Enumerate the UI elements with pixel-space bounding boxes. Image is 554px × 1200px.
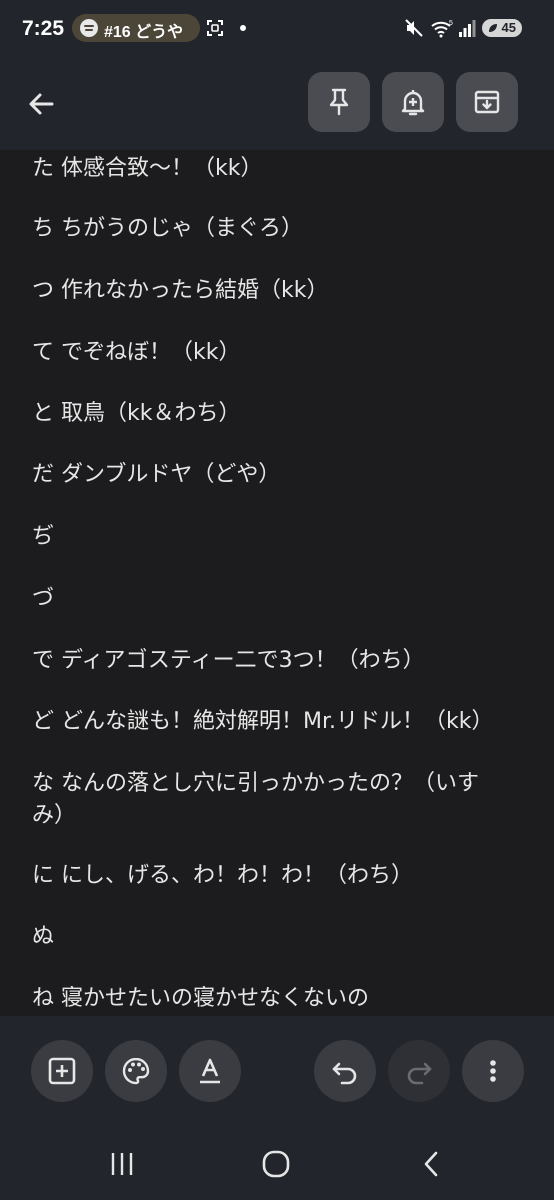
archive-icon (474, 90, 500, 114)
note-line[interactable]: た 体感合致〜！（kk） (32, 154, 528, 184)
network-label: 5 (449, 20, 453, 27)
note-line[interactable]: み） (32, 801, 528, 831)
media-pill[interactable]: #16 どうや (72, 14, 200, 42)
undo-button[interactable] (314, 1040, 376, 1102)
screenshot-icon (207, 20, 223, 36)
battery-indicator: 45 (482, 19, 522, 37)
undo-icon (332, 1062, 357, 1085)
note-line[interactable]: ぢ (32, 522, 528, 552)
battery-level: 45 (501, 20, 516, 35)
home-button[interactable] (258, 1148, 294, 1180)
back-arrow-icon[interactable] (22, 84, 62, 124)
text-format-button[interactable] (179, 1040, 241, 1102)
mute-icon (405, 19, 423, 37)
media-pill-text: #16 どうや (104, 24, 184, 41)
spotify-icon (80, 19, 98, 37)
note-line[interactable]: ね 寝かせたいの寝かせなくないの (32, 984, 528, 1014)
note-line[interactable]: ち ちがうのじゃ（まぐろ） (32, 214, 528, 244)
back-button[interactable] (414, 1148, 450, 1180)
recents-icon (111, 1153, 133, 1175)
background-options-button[interactable] (105, 1040, 167, 1102)
more-vert-icon (490, 1060, 496, 1082)
archive-button[interactable] (456, 72, 518, 132)
redo-icon (407, 1062, 432, 1085)
note-line[interactable]: ど どんな謎も！絶対解明！Mr.リドル！（kk） (32, 707, 528, 737)
bell-plus-icon (401, 90, 425, 116)
wifi-icon: 5 (431, 20, 453, 38)
home-icon (262, 1150, 290, 1178)
signal-icon (459, 20, 476, 37)
bottom-toolbar (0, 1016, 554, 1128)
add-box-icon (48, 1057, 76, 1085)
top-app-bar (0, 56, 554, 150)
pin-icon (329, 88, 349, 116)
note-line[interactable]: て でぞねぼ！（kk） (32, 338, 528, 368)
note-line[interactable]: だ ダンブルドヤ（どや） (32, 460, 528, 490)
note-line[interactable]: な なんの落とし穴に引っかかったの？（いす (32, 769, 528, 799)
note-line[interactable]: と 取鳥（kk＆わち） (32, 399, 528, 429)
back-chevron-icon (424, 1151, 438, 1177)
status-bar: 7:25 #16 どうや 5 45 (0, 0, 554, 56)
note-line[interactable]: ぬ (32, 922, 528, 952)
notification-dot-icon (240, 25, 246, 31)
redo-button[interactable] (388, 1040, 450, 1102)
pin-button[interactable] (308, 72, 370, 132)
palette-icon (122, 1057, 150, 1085)
note-line[interactable]: づ (32, 584, 528, 614)
text-format-icon (200, 1058, 220, 1084)
recent-apps-button[interactable] (104, 1148, 140, 1180)
status-time: 7:25 (22, 17, 65, 40)
note-line[interactable]: で ディアゴスティー二で3つ！（わち） (32, 646, 528, 676)
note-line[interactable]: に にし、げる、わ！わ！わ！（わち） (32, 861, 528, 891)
system-navigation-bar (0, 1128, 554, 1200)
more-options-button[interactable] (462, 1040, 524, 1102)
note-line[interactable]: つ 作れなかったら結婚（kk） (32, 276, 528, 306)
note-body[interactable]: た 体感合致〜！（kk） ち ちがうのじゃ（まぐろ） つ 作れなかったら結婚（k… (0, 150, 554, 1016)
reminder-button[interactable] (382, 72, 444, 132)
add-content-button[interactable] (31, 1040, 93, 1102)
power-saving-leaf-icon (489, 24, 497, 32)
